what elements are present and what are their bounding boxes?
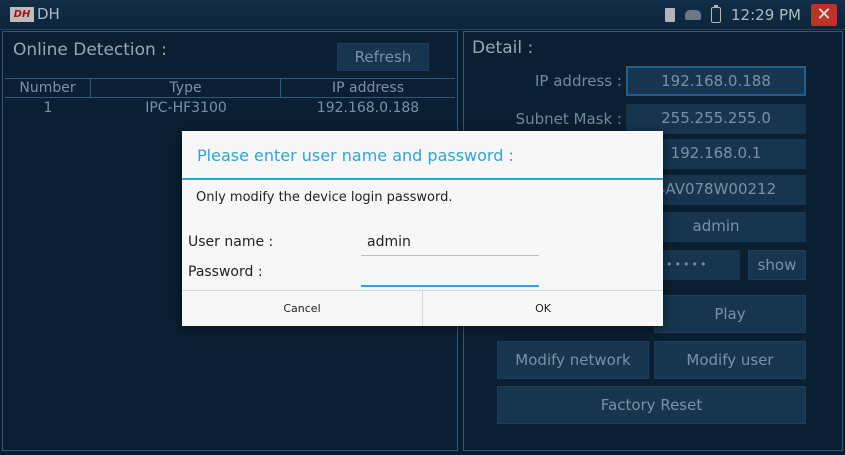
login-dialog: Please enter user name and password : On… [182,131,663,326]
password-input[interactable] [361,263,539,287]
dialog-button-bar: Cancel OK [182,290,663,326]
dialog-divider [182,178,663,180]
ok-button[interactable]: OK [423,291,663,326]
dialog-title: Please enter user name and password : [197,146,514,165]
dialog-message: Only modify the device login password. [196,190,453,205]
password-label: Password : [188,264,263,280]
username-label: User name : [188,234,274,250]
username-input[interactable]: admin [361,232,539,256]
cancel-button[interactable]: Cancel [182,291,423,326]
